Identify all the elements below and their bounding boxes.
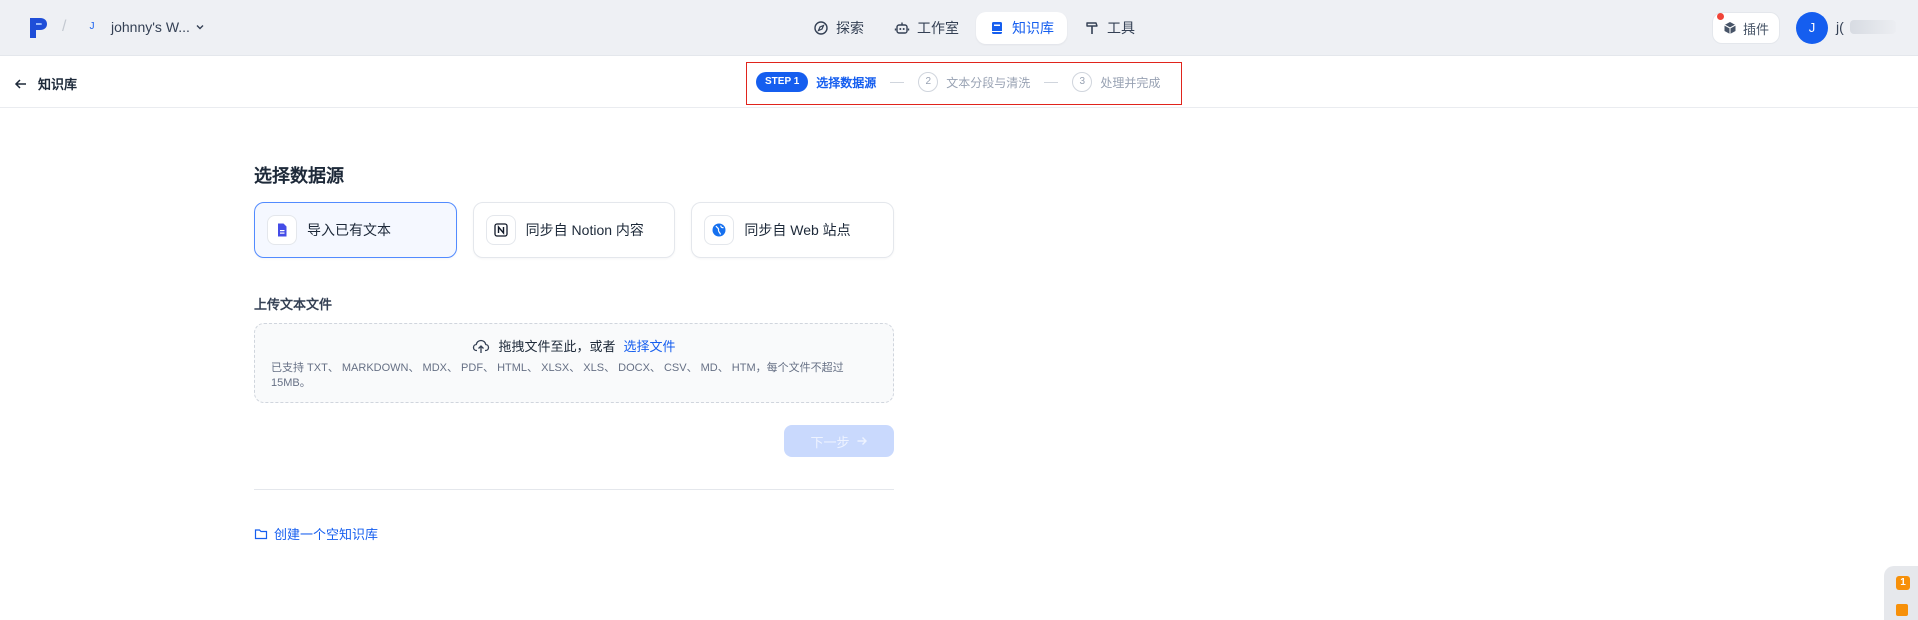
step-2-label: 文本分段与清洗 [946, 75, 1031, 90]
step-connector [1044, 81, 1059, 83]
globe-icon [704, 215, 735, 245]
step-indicator: STEP 1 选择数据源 2 文本分段与清洗 3 处理并完成 [756, 71, 1160, 93]
hammer-icon [1086, 22, 1098, 34]
book-icon [992, 22, 1002, 34]
notification-dot [1717, 13, 1724, 20]
page-title: 选择数据源 [254, 166, 344, 186]
plugins-button[interactable]: 插件 [1712, 12, 1781, 44]
step-3-label: 处理并完成 [1100, 75, 1161, 90]
cloud-upload-icon [473, 339, 490, 353]
nav-studio-label: 工作室 [917, 20, 959, 36]
nav-explore-label: 探索 [836, 20, 864, 36]
step-1-label: 选择数据源 [816, 75, 877, 90]
compass-icon [814, 21, 828, 35]
next-row: 下一步 [254, 425, 894, 457]
step-connector [890, 81, 905, 83]
file-text-icon [267, 215, 297, 245]
chevron-down-icon [196, 25, 204, 30]
nav-tools[interactable]: 工具 [1071, 12, 1148, 44]
user-avatar[interactable]: J [1796, 12, 1828, 44]
nav-studio[interactable]: 工作室 [881, 12, 972, 44]
step-3-badge: 3 [1072, 72, 1093, 92]
app-logo-icon[interactable] [28, 16, 50, 40]
source-web[interactable]: 同步自 Web 站点 [691, 202, 895, 258]
next-step-label: 下一步 [810, 434, 850, 450]
arrow-right-icon [857, 437, 867, 445]
workspace-name: johnny's W... [111, 19, 190, 35]
file-dropzone[interactable]: 拖拽文件至此，或者 选择文件 已支持 TXT、 MARKDOWN、 MDX、 P… [254, 323, 894, 403]
arrow-left-icon [14, 78, 26, 89]
source-notion-label: 同步自 Notion 内容 [525, 222, 644, 238]
supported-formats-hint: 已支持 TXT、 MARKDOWN、 MDX、 PDF、 HTML、 XLSX、… [271, 362, 844, 389]
nav-knowledge-label: 知识库 [1012, 20, 1054, 36]
source-import-text[interactable]: 导入已有文本 [254, 202, 457, 258]
plugins-label: 插件 [1743, 21, 1770, 37]
upload-section-label: 上传文本文件 [254, 297, 333, 312]
back-to-knowledge-button[interactable]: 知识库 [14, 74, 77, 93]
main-content: 选择数据源 导入已有文本 同步自 Notion 内容 同步自 Web 站点 上传… [254, 162, 895, 543]
select-file-link[interactable]: 选择文件 [624, 336, 676, 355]
nav-knowledge[interactable]: 知识库 [976, 12, 1067, 44]
next-step-button[interactable]: 下一步 [784, 425, 894, 457]
create-empty-knowledge-link[interactable]: 创建一个空知识库 [254, 524, 894, 543]
data-source-options: 导入已有文本 同步自 Notion 内容 同步自 Web 站点 [254, 202, 895, 258]
cube-icon [1724, 22, 1736, 34]
step-1-badge: STEP 1 [756, 72, 809, 92]
back-label: 知识库 [38, 77, 78, 92]
source-notion[interactable]: 同步自 Notion 内容 [472, 202, 676, 258]
step-2-badge: 2 [918, 72, 939, 92]
top-navigation-bar: / J johnny's W... 探索 工作室 知识库 工具 插件 J j( [0, 0, 1918, 56]
nav-tools-label: 工具 [1107, 20, 1135, 36]
badge-icon[interactable]: 1 [1896, 576, 1910, 590]
source-import-text-label: 导入已有文本 [307, 222, 391, 238]
breadcrumb-separator: / [62, 18, 67, 35]
source-web-label: 同步自 Web 站点 [744, 222, 851, 238]
nav-explore[interactable]: 探索 [800, 12, 877, 44]
folder-icon [254, 528, 268, 539]
dropzone-prompt: 拖拽文件至此，或者 [498, 339, 616, 354]
redacted-user-name [1850, 20, 1896, 34]
dropzone-prompt-row: 拖拽文件至此，或者 选择文件 [271, 336, 877, 355]
workspace-avatar: J [89, 21, 95, 32]
notion-icon [485, 215, 516, 245]
workspace-switcher[interactable]: johnny's W... [111, 19, 205, 35]
create-empty-label: 创建一个空知识库 [274, 527, 379, 542]
helper-icon[interactable] [1896, 604, 1908, 616]
robot-icon [894, 22, 910, 34]
main-nav: 探索 工作室 知识库 工具 [800, 12, 1148, 44]
user-name[interactable]: j( [1836, 19, 1844, 35]
section-divider [254, 489, 894, 490]
